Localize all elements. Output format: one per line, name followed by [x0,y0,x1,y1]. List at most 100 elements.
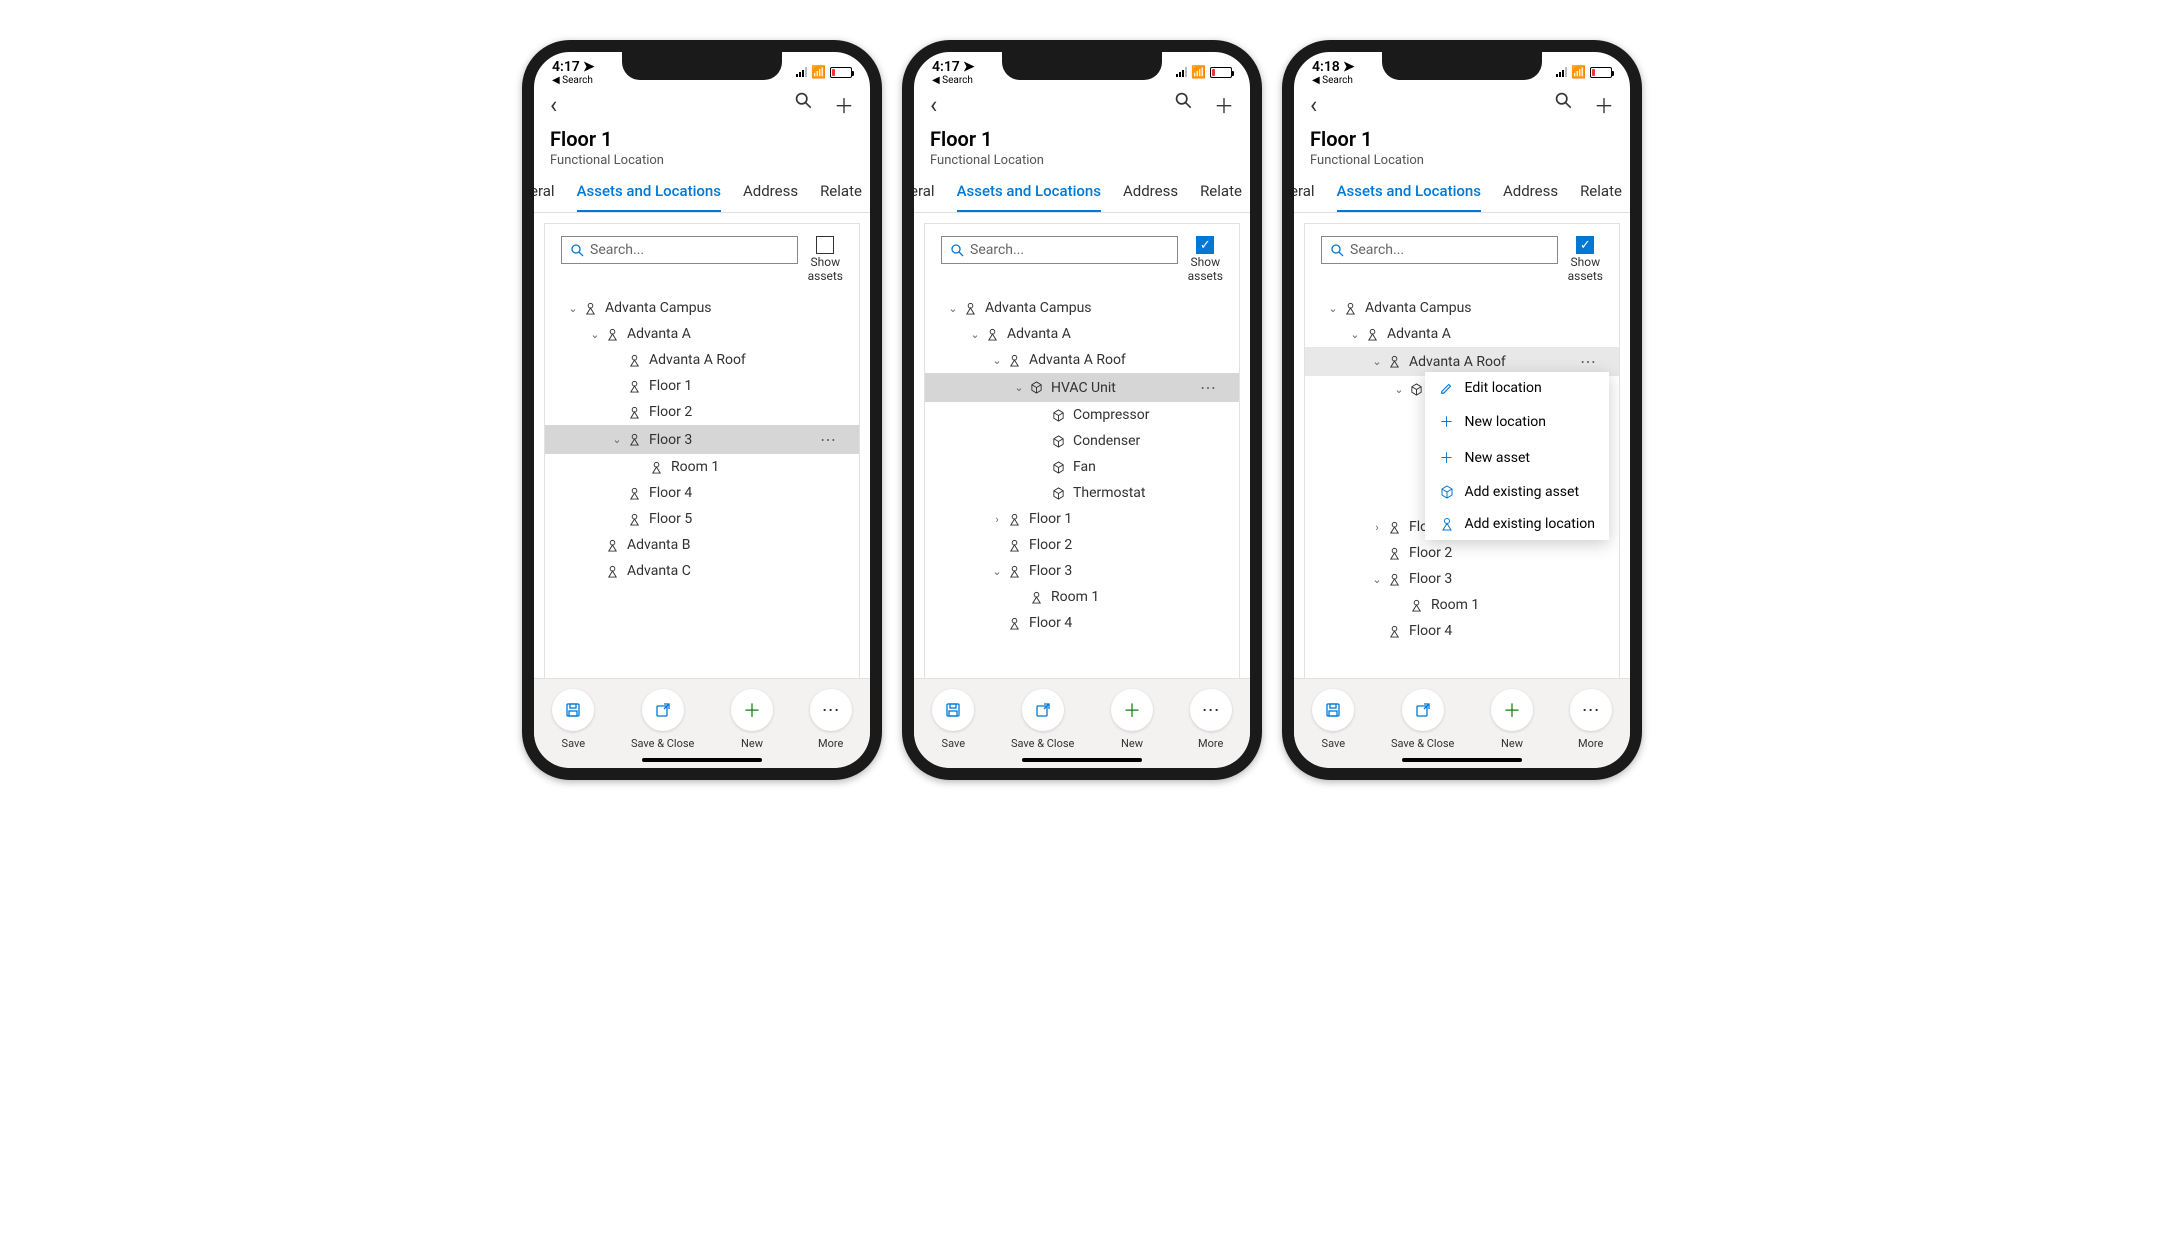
new-button[interactable]: ＋New [1491,689,1533,750]
tree-node[interactable]: Floor 5 [545,506,859,532]
tree-node[interactable]: Room 1 [545,454,859,480]
more-button[interactable]: ⋯More [1190,689,1232,750]
more-icon[interactable]: ⋯ [814,430,843,449]
chevron-down-icon[interactable]: ⌄ [945,302,961,315]
tree-node[interactable]: ⌄Advanta Campus [1305,295,1619,321]
chevron-right-icon[interactable]: › [1369,521,1385,534]
search-icon[interactable] [1554,90,1572,119]
chevron-down-icon[interactable]: ⌄ [1369,355,1385,368]
tree-node-selected[interactable]: ⌄HVAC Unit⋯ [925,373,1239,402]
tree-node[interactable]: Floor 4 [1305,618,1619,644]
add-icon[interactable]: ＋ [834,90,854,119]
status-back-link[interactable]: ◀ Search [1312,75,1355,86]
new-button[interactable]: ＋New [731,689,773,750]
tree-node[interactable]: ⌄Floor 3 [1305,566,1619,592]
tree-node[interactable]: Floor 2 [545,399,859,425]
menu-new-location[interactable]: ＋New location [1425,404,1609,440]
tab-assets-locations[interactable]: Assets and Locations [1337,182,1481,212]
new-button[interactable]: ＋New [1111,689,1153,750]
chevron-down-icon[interactable]: ⌄ [1391,383,1407,396]
tree-node[interactable]: Fan [925,454,1239,480]
tab-general[interactable]: eral [530,182,555,212]
chevron-right-icon[interactable]: › [989,513,1005,526]
status-back-link[interactable]: ◀ Search [932,75,975,86]
save-button[interactable]: Save [1312,689,1354,750]
more-icon[interactable]: ⋯ [1194,378,1223,397]
tree-node[interactable]: Thermostat [925,480,1239,506]
back-button[interactable]: ‹ [550,91,557,119]
search-input[interactable]: Search... [561,236,798,264]
chevron-down-icon[interactable]: ⌄ [989,354,1005,367]
tree-node[interactable]: Advanta B [545,532,859,558]
tab-address[interactable]: Address [743,182,798,212]
tab-address[interactable]: Address [1503,182,1558,212]
home-indicator[interactable] [642,758,762,762]
tree-node[interactable]: Advanta C [545,558,859,584]
assets-label: assets [1188,269,1223,283]
chevron-down-icon[interactable]: ⌄ [967,328,983,341]
chevron-down-icon[interactable]: ⌄ [1347,328,1363,341]
chevron-down-icon[interactable]: ⌄ [989,565,1005,578]
chevron-down-icon[interactable]: ⌄ [1369,573,1385,586]
tree-node[interactable]: ⌄Advanta A [925,321,1239,347]
tab-general[interactable]: eral [1290,182,1315,212]
tree-node[interactable]: Advanta A Roof [545,347,859,373]
tab-address[interactable]: Address [1123,182,1178,212]
save-close-button[interactable]: Save & Close [1011,689,1074,750]
tree-node[interactable]: Floor 4 [545,480,859,506]
location-icon [1385,573,1403,586]
tab-assets-locations[interactable]: Assets and Locations [957,182,1101,212]
tree-node[interactable]: Room 1 [1305,592,1619,618]
tree-node[interactable]: Floor 2 [1305,540,1619,566]
save-button[interactable]: Save [552,689,594,750]
home-indicator[interactable] [1022,758,1142,762]
tab-related[interactable]: Relate [820,182,862,212]
tree-node[interactable]: Floor 2 [925,532,1239,558]
chevron-down-icon[interactable]: ⌄ [587,328,603,341]
chevron-down-icon[interactable]: ⌄ [1011,381,1027,394]
tree-node[interactable]: ⌄Advanta A [1305,321,1619,347]
menu-add-existing-location[interactable]: Add existing location [1425,508,1609,540]
tree-node-selected[interactable]: ⌄Floor 3⋯ [545,425,859,454]
search-input[interactable]: Search... [941,236,1178,264]
tree-node[interactable]: Condenser [925,428,1239,454]
menu-add-existing-asset[interactable]: Add existing asset [1425,476,1609,508]
search-icon[interactable] [1174,90,1192,119]
tab-related[interactable]: Relate [1200,182,1242,212]
search-input[interactable]: Search... [1321,236,1558,264]
more-button[interactable]: ⋯More [1570,689,1612,750]
back-button[interactable]: ‹ [930,91,937,119]
tab-related[interactable]: Relate [1580,182,1622,212]
tree-node[interactable]: ⌄Advanta Campus [545,295,859,321]
save-button[interactable]: Save [932,689,974,750]
more-button[interactable]: ⋯More [810,689,852,750]
menu-new-asset[interactable]: ＋New asset [1425,440,1609,476]
chevron-down-icon[interactable]: ⌄ [609,433,625,446]
tree-node[interactable]: ⌄Advanta A Roof [925,347,1239,373]
search-icon[interactable] [794,90,812,119]
show-assets-checkbox[interactable]: ✓ [1196,236,1214,254]
tree-node[interactable]: ⌄Advanta A [545,321,859,347]
tree-node[interactable]: ⌄Floor 3 [925,558,1239,584]
save-close-button[interactable]: Save & Close [1391,689,1454,750]
more-icon[interactable]: ⋯ [1574,352,1603,371]
status-back-link[interactable]: ◀ Search [552,75,595,86]
chevron-down-icon[interactable]: ⌄ [1325,302,1341,315]
show-assets-checkbox[interactable]: ✓ [1576,236,1594,254]
chevron-down-icon[interactable]: ⌄ [565,302,581,315]
show-assets-checkbox[interactable] [816,236,834,254]
home-indicator[interactable] [1402,758,1522,762]
tab-assets-locations[interactable]: Assets and Locations [577,182,721,212]
tree-node[interactable]: Compressor [925,402,1239,428]
menu-edit-location[interactable]: Edit location [1425,372,1609,404]
tree-node[interactable]: ⌄Advanta Campus [925,295,1239,321]
save-close-button[interactable]: Save & Close [631,689,694,750]
tree-node[interactable]: Room 1 [925,584,1239,610]
add-icon[interactable]: ＋ [1214,90,1234,119]
tab-general[interactable]: eral [910,182,935,212]
back-button[interactable]: ‹ [1310,91,1317,119]
tree-node[interactable]: Floor 4 [925,610,1239,636]
tree-node[interactable]: ›Floor 1 [925,506,1239,532]
add-icon[interactable]: ＋ [1594,90,1614,119]
tree-node[interactable]: Floor 1 [545,373,859,399]
